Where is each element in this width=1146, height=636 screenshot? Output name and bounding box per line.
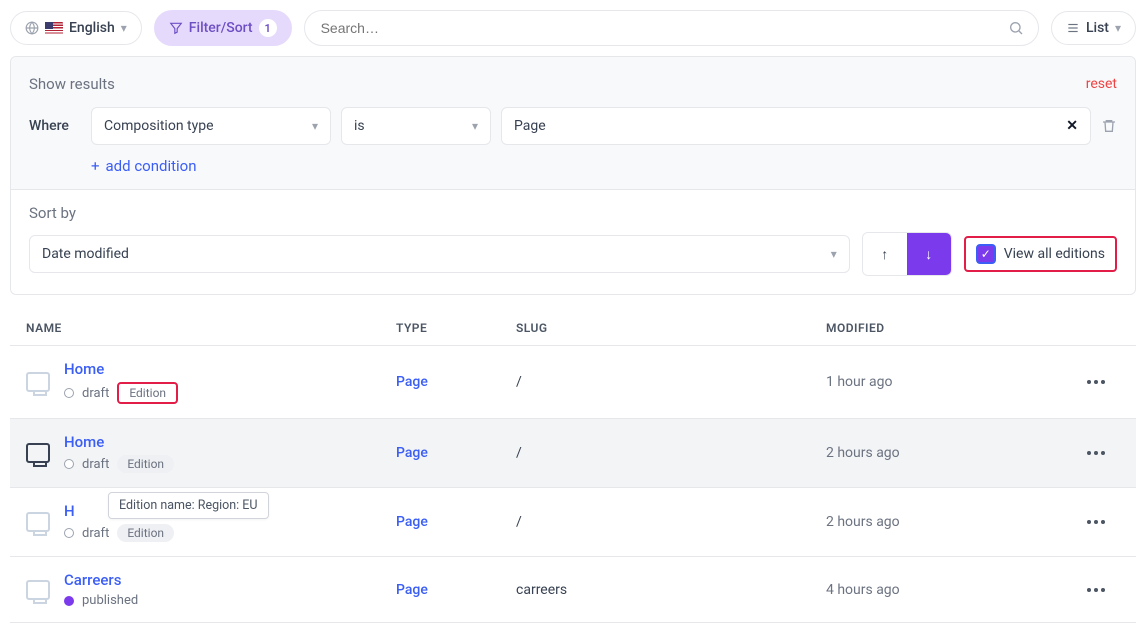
delete-condition-button[interactable] (1101, 118, 1117, 134)
status-dot-icon (64, 459, 74, 469)
table-row[interactable]: Carreers published Page carreers 4 hours… (10, 557, 1136, 623)
device-icon (26, 372, 50, 392)
filter-operator-value: is (354, 118, 365, 134)
row-slug: / (516, 514, 826, 530)
status-text: draft (82, 526, 109, 541)
language-selector[interactable]: English ▾ (10, 11, 142, 45)
sort-field-select[interactable]: Date modified ▾ (29, 235, 850, 273)
view-all-editions-toggle[interactable]: ✓ View all editions (964, 236, 1117, 272)
row-title-link[interactable]: Home (64, 360, 178, 378)
row-more-button[interactable] (1066, 520, 1126, 524)
table-row[interactable]: H draft Edition Page / 2 hours ago Editi… (10, 488, 1136, 557)
filter-sort-button[interactable]: Filter/Sort 1 (154, 10, 292, 46)
device-icon (26, 580, 50, 600)
row-modified: 2 hours ago (826, 445, 1066, 461)
status-dot-icon (64, 388, 74, 398)
row-type-link[interactable]: Page (396, 445, 428, 461)
edition-tooltip: Edition name: Region: EU (108, 492, 269, 519)
sort-by-label: Sort by (29, 204, 1117, 222)
edition-chip: Edition (117, 524, 174, 542)
table-row[interactable]: Home draft Edition Page / 2 hours ago (10, 419, 1136, 488)
row-slug: / (516, 445, 826, 461)
filter-field-select[interactable]: Composition type ▾ (91, 107, 331, 145)
row-type-link[interactable]: Page (396, 514, 428, 530)
row-type-link[interactable]: Page (396, 374, 428, 390)
column-name-header: NAME (26, 321, 396, 335)
row-more-button[interactable] (1066, 588, 1126, 592)
column-type-header: TYPE (396, 321, 516, 335)
search-icon (1008, 20, 1024, 36)
filter-operator-select[interactable]: is ▾ (341, 107, 491, 145)
where-label: Where (29, 118, 81, 134)
row-modified: 1 hour ago (826, 374, 1066, 390)
status-text: published (82, 593, 138, 608)
checkbox-checked-icon: ✓ (976, 244, 996, 264)
column-modified-header: MODIFIED (826, 321, 1066, 335)
show-results-label: Show results (29, 75, 115, 93)
status-dot-icon (64, 528, 74, 538)
table-row[interactable]: Home draft Edition Page / 1 hour ago (10, 346, 1136, 419)
status-text: draft (82, 386, 109, 401)
chevron-down-icon: ▾ (121, 21, 127, 35)
row-more-button[interactable] (1066, 380, 1126, 384)
us-flag-icon (45, 22, 63, 35)
search-input[interactable] (319, 19, 1008, 37)
filter-value-input[interactable]: Page ✕ (501, 107, 1091, 145)
globe-icon (25, 21, 39, 35)
view-mode-label: List (1086, 20, 1109, 36)
reset-filters-link[interactable]: reset (1086, 76, 1117, 92)
filter-field-value: Composition type (104, 118, 214, 134)
row-modified: 4 hours ago (826, 582, 1066, 598)
clear-value-icon[interactable]: ✕ (1066, 118, 1078, 134)
device-icon (26, 512, 50, 532)
sort-direction-group: ↑ ↓ (862, 232, 952, 276)
status-dot-icon (64, 596, 74, 606)
filter-value-text: Page (514, 118, 546, 134)
row-title-link[interactable]: Home (64, 433, 174, 451)
row-slug: carreers (516, 582, 826, 598)
chevron-down-icon: ▾ (472, 119, 478, 133)
sort-desc-button[interactable]: ↓ (907, 233, 951, 275)
row-type-link[interactable]: Page (396, 582, 428, 598)
filter-sort-label: Filter/Sort (189, 20, 253, 36)
row-modified: 2 hours ago (826, 514, 1066, 530)
add-condition-label: add condition (106, 157, 197, 175)
edition-chip: Edition (117, 455, 174, 473)
device-icon (26, 443, 50, 463)
filter-count-badge: 1 (259, 19, 277, 37)
add-condition-button[interactable]: + add condition (91, 157, 1117, 175)
row-title-link[interactable]: Carreers (64, 571, 138, 589)
status-text: draft (82, 457, 109, 472)
sort-asc-button[interactable]: ↑ (863, 233, 907, 275)
search-input-wrap[interactable] (304, 10, 1039, 46)
column-slug-header: SLUG (516, 321, 826, 335)
sort-field-value: Date modified (42, 246, 129, 262)
edition-chip: Edition (117, 382, 178, 404)
list-icon (1066, 21, 1080, 35)
plus-icon: + (91, 157, 100, 175)
chevron-down-icon: ▾ (312, 119, 318, 133)
view-mode-selector[interactable]: List ▾ (1051, 11, 1136, 45)
row-slug: / (516, 374, 826, 390)
filter-icon (169, 21, 183, 35)
language-label: English (69, 20, 115, 36)
view-all-editions-label: View all editions (1004, 246, 1105, 262)
chevron-down-icon: ▾ (1115, 21, 1121, 35)
chevron-down-icon: ▾ (831, 247, 837, 261)
row-more-button[interactable] (1066, 451, 1126, 455)
